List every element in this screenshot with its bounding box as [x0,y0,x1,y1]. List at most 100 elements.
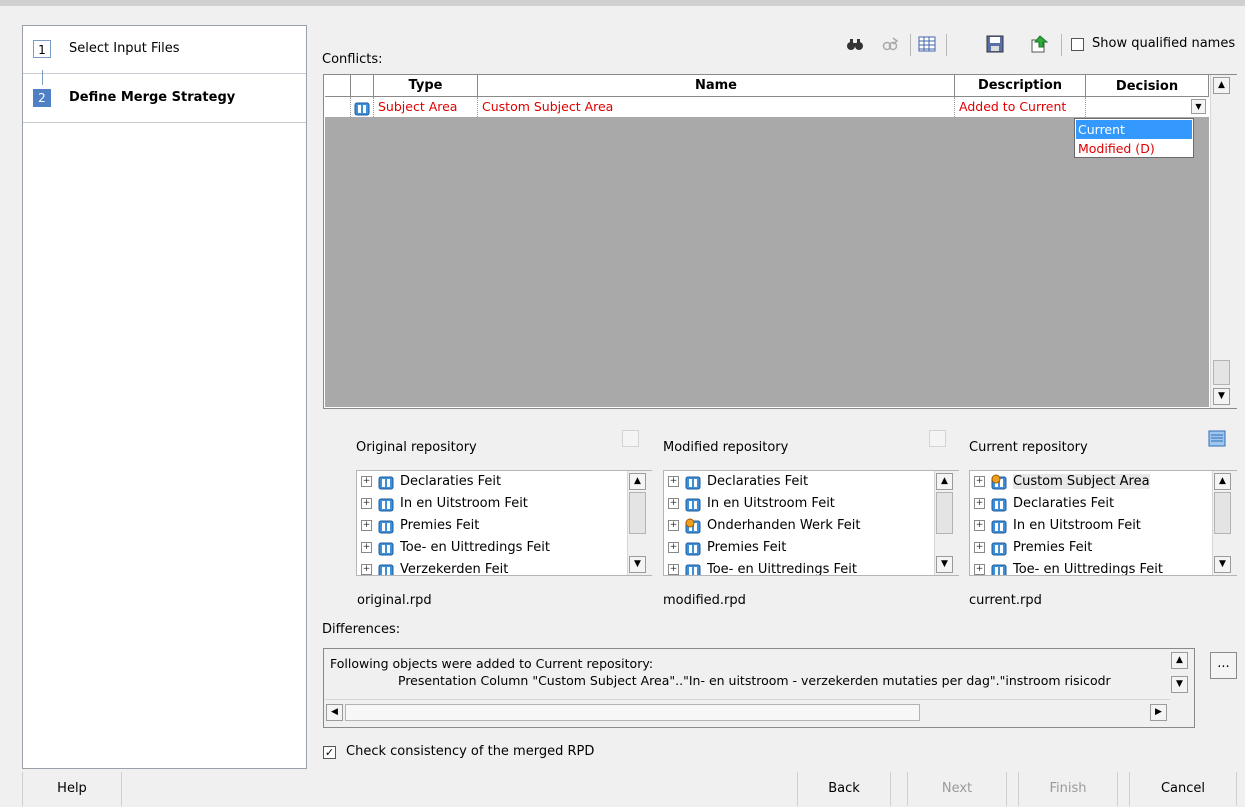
differences-line-1: Following objects were added to Current … [330,656,654,671]
expand-icon[interactable]: + [974,476,985,487]
expand-icon[interactable]: + [361,476,372,487]
back-button[interactable]: Back [797,772,891,806]
expand-icon[interactable]: + [668,564,679,575]
scroll-down-button[interactable]: ▼ [1214,556,1231,573]
window-top-border [0,0,1245,6]
finish-button[interactable]: Finish [1018,772,1118,806]
scroll-thumb[interactable] [936,492,953,534]
tree-item[interactable]: + Declaraties Feit [668,471,808,493]
tree-item[interactable]: + Toe- en Uittredings Feit [361,537,550,559]
subject-area-icon [991,540,1007,556]
scroll-left-button[interactable]: ◀ [326,704,343,721]
tree-item[interactable]: + Declaraties Feit [974,493,1114,515]
expand-icon[interactable]: + [974,520,985,531]
decision-option-current[interactable]: Current [1076,120,1192,139]
scroll-right-button[interactable]: ▶ [1150,704,1167,721]
tree-item[interactable]: + Declaraties Feit [361,471,501,493]
scroll-down-button[interactable]: ▼ [629,556,646,573]
tree-item-label: Toe- en Uittredings Feit [400,540,550,555]
export-icon[interactable] [1030,34,1050,54]
binoculars-icon[interactable] [845,34,865,54]
expand-icon[interactable]: + [668,476,679,487]
scroll-thumb[interactable] [629,492,646,534]
step-select-input-files[interactable]: 1 Select Input Files [23,26,306,85]
modified-subject-area-icon [685,518,701,534]
conflicts-vertical-scrollbar[interactable] [1210,75,1237,408]
cell-description: Added to Current [955,97,1086,117]
toolbar-separator [910,34,911,56]
differences-label: Differences: [322,622,401,637]
scroll-up-button[interactable]: ▲ [1213,77,1230,94]
scroll-up-button[interactable]: ▲ [629,473,646,490]
table-row[interactable]: Subject Area Custom Subject Area Added t… [325,97,1209,117]
tree-item[interactable]: + Premies Feit [974,537,1092,559]
find-next-icon[interactable] [880,34,900,54]
modified-repo-button[interactable] [929,430,946,447]
tree-item[interactable]: + In en Uitstroom Feit [974,515,1141,537]
subject-area-icon [378,518,394,534]
show-qualified-names-checkbox[interactable] [1071,38,1084,51]
expand-icon[interactable]: + [974,564,985,575]
decision-dropdown-list[interactable]: Current Modified (D) [1074,118,1194,158]
diff-scroll-up-button[interactable]: ▲ [1171,652,1188,669]
modified-file-name: modified.rpd [663,593,746,608]
next-button[interactable]: Next [907,772,1007,806]
scroll-down-button[interactable]: ▼ [1213,388,1230,405]
save-icon[interactable] [985,34,1005,54]
header-description[interactable]: Description [955,75,1086,96]
tree-item-selected[interactable]: + Custom Subject Area [974,471,1150,493]
tree-item[interactable]: + Toe- en Uittredings Feit [974,559,1163,576]
scroll-thumb[interactable] [1213,360,1230,385]
expand-icon[interactable]: + [361,520,372,531]
decision-dropdown-arrow[interactable]: ▼ [1191,99,1206,114]
decision-option-modified[interactable]: Modified (D) [1076,139,1192,158]
tree-item[interactable]: + Onderhanden Werk Feit [668,515,860,537]
cell-decision[interactable]: ▼ [1086,97,1209,117]
expand-icon[interactable]: + [974,498,985,509]
expand-icon[interactable]: + [668,542,679,553]
modified-repository-tree[interactable]: + Declaraties Feit + In en Uitstroom Feit … [663,470,959,576]
scroll-thumb[interactable] [1214,492,1231,534]
current-repo-view-icon[interactable] [1208,430,1226,447]
tree-item-label: Toe- en Uittredings Feit [1013,562,1163,576]
step-label: Define Merge Strategy [69,90,236,105]
expand-icon[interactable]: + [361,564,372,575]
scroll-up-button[interactable]: ▲ [1214,473,1231,490]
original-repo-button[interactable] [622,430,639,447]
tree-item[interactable]: + Premies Feit [361,515,479,537]
subject-area-icon [991,562,1007,575]
cell-type: Subject Area [374,97,478,117]
original-repository-tree[interactable]: + Declaraties Feit + In en Uitstroom Feit … [356,470,652,576]
tree-item[interactable]: + Toe- en Uittredings Feit [668,559,857,575]
current-repository-tree[interactable]: + Custom Subject Area + Declaraties Feit +… [969,470,1237,576]
subject-area-icon [378,540,394,556]
differences-more-button[interactable]: ... [1210,652,1237,679]
diff-scroll-down-button[interactable]: ▼ [1171,676,1188,693]
expand-icon[interactable]: + [361,542,372,553]
header-type[interactable]: Type [374,75,478,96]
tree-item[interactable]: + In en Uitstroom Feit [668,493,835,515]
scroll-up-button[interactable]: ▲ [936,473,953,490]
table-icon[interactable] [917,34,937,54]
scroll-down-button[interactable]: ▼ [936,556,953,573]
horizontal-scroll-thumb[interactable] [345,704,920,721]
differences-line-2: Presentation Column "Custom Subject Area… [398,673,1111,688]
expand-icon[interactable]: + [974,542,985,553]
tree-item[interactable]: + In en Uitstroom Feit [361,493,528,515]
expand-icon[interactable]: + [361,498,372,509]
header-name[interactable]: Name [478,75,955,96]
cancel-button[interactable]: Cancel [1129,772,1237,806]
subject-area-icon [991,496,1007,512]
tree-item-label: Onderhanden Werk Feit [707,518,861,533]
original-repository-label: Original repository [356,440,477,455]
subject-area-icon [685,474,701,490]
expand-icon[interactable]: + [668,520,679,531]
step-define-merge-strategy[interactable]: 2 Define Merge Strategy [23,75,306,123]
row-blank [325,97,351,117]
help-button[interactable]: Help [22,772,122,806]
tree-item[interactable]: + Verzekerden Feit [361,559,508,575]
header-decision[interactable]: Decision [1086,75,1209,96]
expand-icon[interactable]: + [668,498,679,509]
check-consistency-checkbox[interactable]: ✓ [323,746,336,759]
tree-item[interactable]: + Premies Feit [668,537,786,559]
